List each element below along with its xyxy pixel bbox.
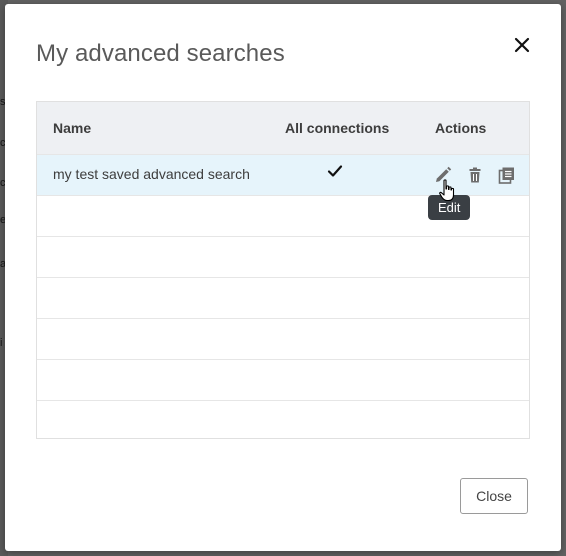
table-header: Name All connections Actions: [37, 102, 529, 154]
column-header-actions: Actions: [435, 120, 487, 136]
pencil-icon[interactable]: [433, 165, 453, 185]
column-header-name[interactable]: Name: [53, 120, 91, 136]
close-icon[interactable]: [509, 32, 535, 58]
column-header-all-connections[interactable]: All connections: [285, 120, 389, 136]
searches-table: Name All connections Actions my test sav…: [36, 101, 530, 439]
copy-icon[interactable]: [497, 165, 517, 185]
table-row-empty: [37, 400, 529, 441]
table-row-empty: [37, 318, 529, 359]
advanced-searches-dialog: My advanced searches Name All connection…: [5, 4, 561, 551]
trash-icon[interactable]: [465, 165, 485, 185]
edit-tooltip: Edit: [428, 190, 471, 220]
search-name[interactable]: my test saved advanced search: [53, 166, 250, 182]
dialog-title: My advanced searches: [36, 40, 285, 67]
table-row-empty: [37, 236, 529, 277]
close-button[interactable]: Close: [460, 478, 528, 514]
table-row[interactable]: my test saved advanced search: [37, 154, 529, 195]
table-row-empty: [37, 359, 529, 400]
checkmark-icon: [327, 163, 343, 182]
table-row-empty: [37, 277, 529, 318]
